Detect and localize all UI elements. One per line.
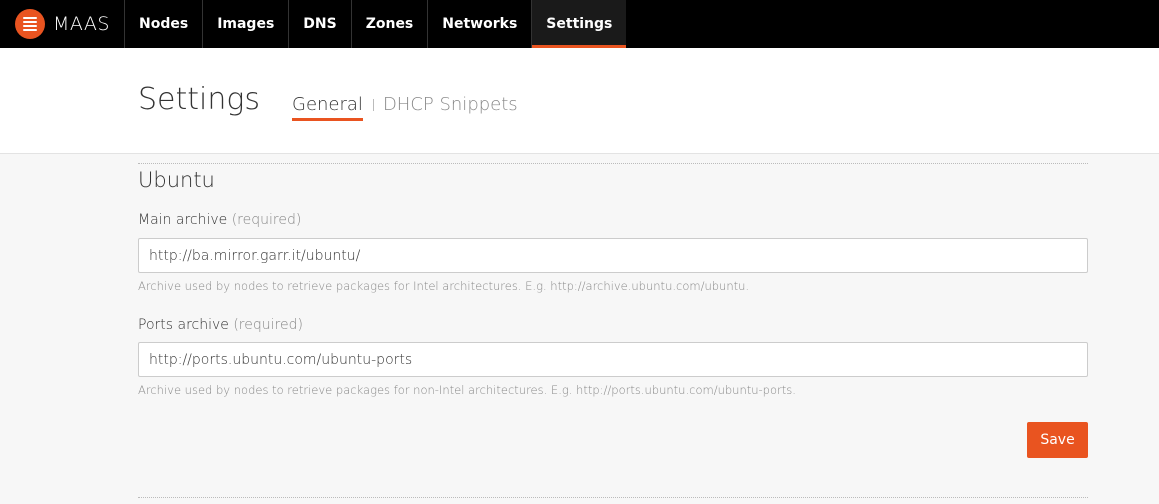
nav-item-dns[interactable]: DNS [288,0,350,48]
section-divider [138,163,1088,164]
nav-item-images[interactable]: Images [202,0,288,48]
brand[interactable]: MAAS [0,0,124,48]
page-header: Settings General DHCP Snippets [0,48,1159,154]
section-divider-next [138,497,1088,498]
main-archive-label: Main archive (required) [138,212,301,228]
maas-logo-icon [15,9,45,39]
main-archive-help: Archive used by nodes to retrieve packag… [138,279,750,293]
settings-tabs: General DHCP Snippets [292,94,518,121]
ports-archive-label: Ports archive (required) [138,317,303,333]
main-archive-input[interactable] [138,238,1088,273]
nav-item-nodes[interactable]: Nodes [124,0,202,48]
nav-item-networks[interactable]: Networks [427,0,531,48]
save-button[interactable]: Save [1027,422,1088,458]
tab-separator [372,98,374,111]
top-navigation: MAAS Nodes Images DNS Zones Networks Set… [0,0,1159,48]
brand-name: MAAS [53,13,110,35]
ports-archive-label-text: Ports archive [138,317,229,333]
ports-archive-help: Archive used by nodes to retrieve packag… [138,383,796,397]
ports-archive-required: (required) [233,317,303,333]
main-archive-label-text: Main archive [138,212,228,228]
tab-general[interactable]: General [292,94,363,121]
nav-item-zones[interactable]: Zones [350,0,428,48]
page-title: Settings [138,82,261,117]
nav-item-settings[interactable]: Settings [531,0,627,48]
section-title-ubuntu: Ubuntu [138,168,215,192]
main-archive-required: (required) [231,212,302,228]
tab-dhcp-snippets[interactable]: DHCP Snippets [383,94,518,121]
ports-archive-input[interactable] [138,342,1088,377]
